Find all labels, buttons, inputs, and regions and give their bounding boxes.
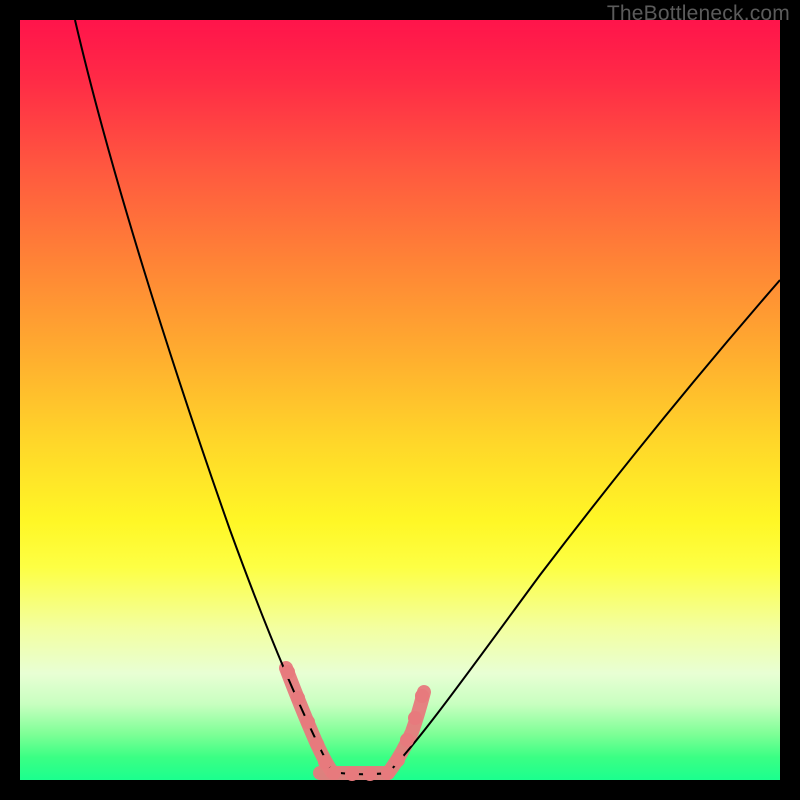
watermark-text: TheBottleneck.com [607,2,790,26]
curve-left [75,20,332,772]
curve-right [388,280,780,773]
pink-dots [281,665,429,781]
chart-svg [20,20,780,780]
